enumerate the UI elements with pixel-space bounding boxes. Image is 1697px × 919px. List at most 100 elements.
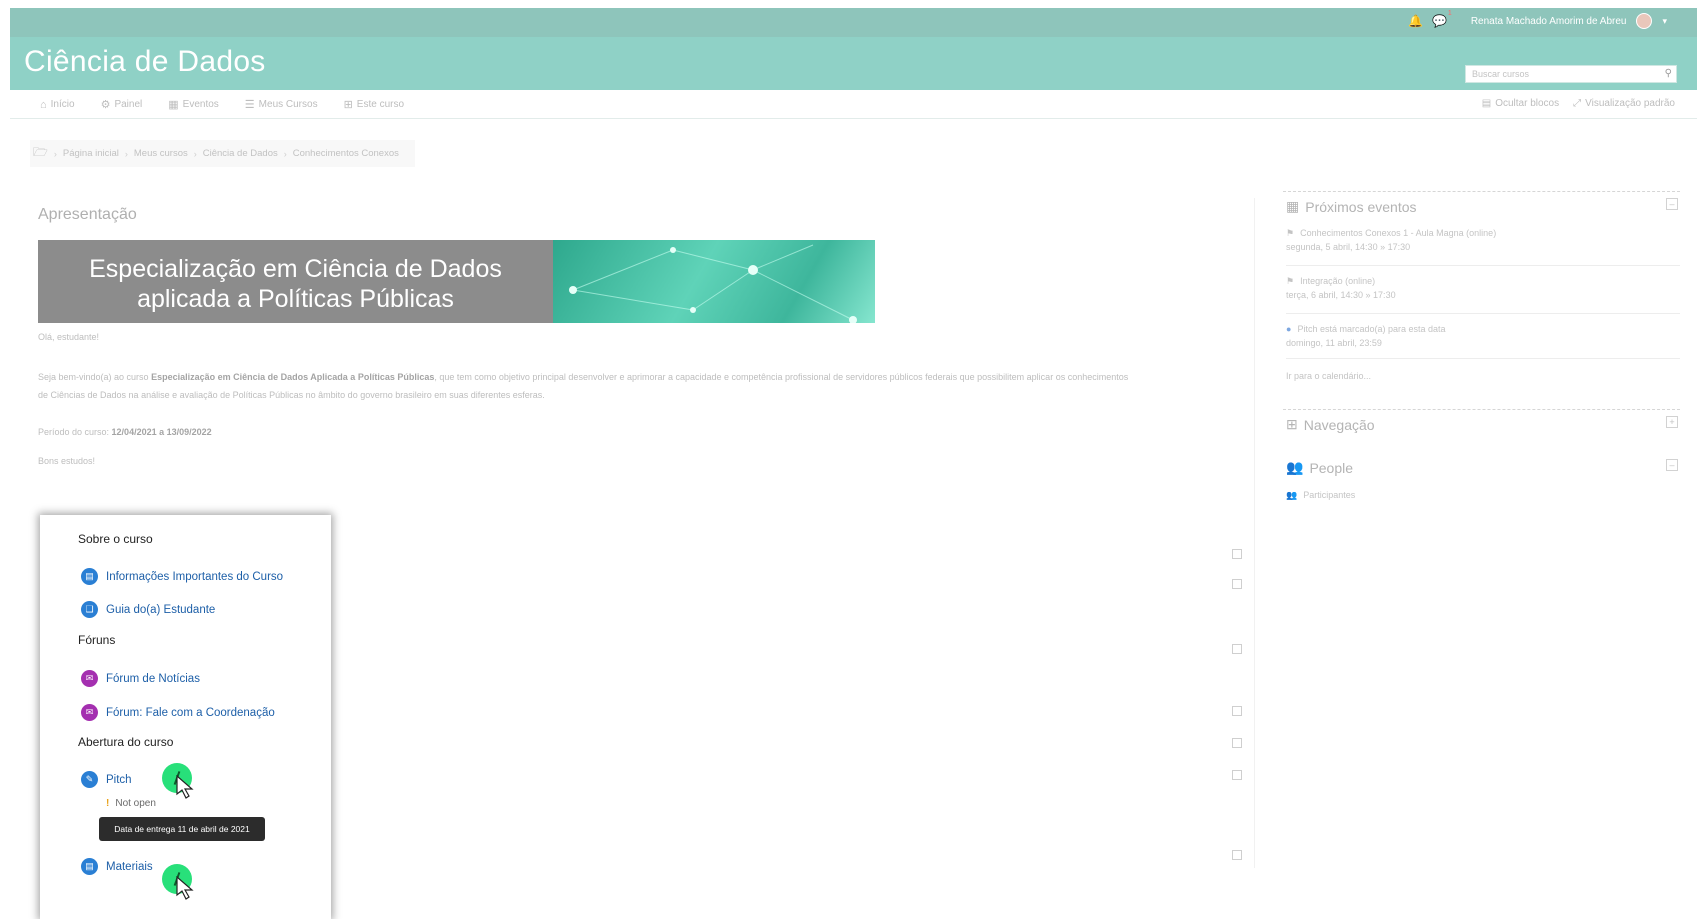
courses-icon: ☰ — [244, 99, 255, 111]
standard-view-button[interactable]: ⤢ Visualização padrão — [1573, 98, 1675, 109]
block-title: 👥 People — [1286, 459, 1354, 476]
forum-icon: ✉ — [81, 670, 98, 687]
home-icon: ⌂ — [40, 98, 47, 111]
nav-bar: ⌂ Início ⚙ Painel ▦ Eventos ☰ Meus Cursos ⊞ E… — [10, 90, 1697, 119]
course-period: Período do curso: 12/04/2021 a 13/09/202… — [38, 427, 212, 437]
calendar-icon: ▦ — [168, 99, 179, 111]
breadcrumb-my-courses[interactable]: Meus cursos — [134, 148, 188, 159]
search-icon[interactable]: ⚲ — [1665, 68, 1672, 79]
user-name[interactable]: Renata Machado Amorim de Abreu — [1471, 16, 1627, 27]
top-bar: 🔔 💬 1 Renata Machado Amorim de Abreu ▾ — [10, 8, 1697, 37]
page-icon: ▤ — [81, 568, 98, 585]
nav-item-events[interactable]: ▦ Eventos — [168, 98, 219, 111]
breadcrumb-home[interactable]: Página inicial — [63, 148, 119, 159]
activity-pitch[interactable]: ✎ Pitch — [81, 771, 132, 788]
divider — [1286, 265, 1680, 266]
section-title: Sobre o curso — [78, 532, 153, 546]
completion-checkbox[interactable] — [1232, 706, 1242, 716]
network-graphic — [569, 244, 857, 323]
completion-checkbox[interactable] — [1232, 850, 1242, 860]
page: 🔔 💬 1 Renata Machado Amorim de Abreu ▾ Ci… — [0, 0, 1697, 919]
block-title: ▦ Próximos eventos — [1286, 198, 1417, 215]
course-search-input[interactable]: Buscar cursos ⚲ — [1465, 65, 1677, 83]
divider — [1286, 358, 1680, 359]
calendar-icon: ▦ — [1286, 198, 1300, 214]
event-date: segunda, 5 abril, 14:30 » 17:30 — [1286, 242, 1411, 252]
bell-icon[interactable]: 🔔 — [1408, 14, 1423, 28]
click-marker-icon — [162, 864, 196, 904]
expand-icon: ⤢ — [1573, 98, 1582, 109]
blocks-icon: ▤ — [1481, 98, 1492, 109]
expand-toggle[interactable]: + — [1666, 416, 1678, 428]
banner-line-2: aplicada a Políticas Públicas — [137, 285, 454, 313]
completion-checkbox[interactable] — [1232, 770, 1242, 780]
calendar-link[interactable]: Ir para o calendário... — [1286, 369, 1371, 383]
click-marker-icon — [162, 763, 196, 803]
course-activities-card: Sobre o curso ▤ Informações Importantes d… — [40, 515, 331, 919]
folder-icon: 🗁 — [33, 145, 48, 159]
nav-item-my-courses[interactable]: ☰ Meus Cursos — [245, 98, 318, 111]
breadcrumb-separator: › — [53, 148, 57, 159]
site-title[interactable]: Ciência de Dados — [24, 45, 266, 79]
activity-student-guide[interactable]: ❑ Guia do(a) Estudante — [81, 601, 215, 618]
assignment-icon: ✎ — [81, 771, 98, 788]
hide-blocks-button[interactable]: ▤ Ocultar blocos — [1482, 98, 1559, 109]
activity-news-forum[interactable]: ✉ Fórum de Notícias — [81, 670, 200, 687]
network-image — [553, 240, 875, 323]
event-date: domingo, 11 abril, 23:59 — [1286, 338, 1382, 348]
breadcrumb-course[interactable]: Ciência de Dados — [203, 148, 278, 159]
banner-line-1: Especialização em Ciência de Dados — [89, 255, 502, 283]
activity-coordination-forum[interactable]: ✉ Fórum: Fale com a Coordenação — [81, 704, 275, 721]
people-block: 👥 People – 👥 Participantes — [1283, 453, 1680, 513]
intro-text: Seja bem-vindo(a) ao curso Especializaçã… — [38, 372, 1129, 400]
divider — [1286, 313, 1680, 314]
messages-badge: 1 — [1447, 10, 1452, 17]
nav-item-this-course[interactable]: ⊞ Este curso — [344, 98, 404, 111]
event-item[interactable]: ● Pitch está marcado(a) para esta data do… — [1286, 322, 1446, 350]
completion-checkbox[interactable] — [1232, 549, 1242, 559]
greeting-text: Olá, estudante! — [38, 332, 100, 342]
event-date: terça, 6 abril, 14:30 » 17:30 — [1286, 290, 1396, 300]
section-heading: Apresentação — [38, 206, 137, 223]
completion-checkbox[interactable] — [1232, 644, 1242, 654]
event-item[interactable]: ⚑ Integração (online) terça, 6 abril, 14:… — [1286, 274, 1396, 302]
completion-checkbox[interactable] — [1232, 738, 1242, 748]
upcoming-events-block: ▦ Próximos eventos – ⚑ Conhecimentos Conex… — [1283, 191, 1680, 406]
course-banner: Especialização em Ciência de Dados aplic… — [38, 240, 875, 323]
search-placeholder: Buscar cursos — [1472, 69, 1530, 79]
flag-icon: ⚑ — [1286, 228, 1295, 238]
banner-text: Especialização em Ciência de Dados aplic… — [38, 254, 553, 314]
forum-icon: ✉ — [81, 704, 98, 721]
nav-item-dashboard[interactable]: ⚙ Painel — [101, 98, 143, 111]
sitemap-icon: ⊞ — [1286, 416, 1298, 432]
dashboard-icon: ⚙ — [100, 99, 111, 111]
breadcrumb-separator: › — [124, 148, 128, 159]
breadcrumb-separator: › — [193, 148, 197, 159]
due-date-tooltip: Data de entrega 11 de abril de 2021 — [99, 817, 265, 841]
user-menu-area: 🔔 💬 1 Renata Machado Amorim de Abreu ▾ — [1408, 10, 1667, 29]
completion-checkbox[interactable] — [1232, 579, 1242, 589]
nav-item-home[interactable]: ⌂ Início — [40, 98, 75, 111]
availability-status: ! Not open — [106, 798, 156, 809]
breadcrumb-separator: › — [283, 148, 287, 159]
site-header: Ciência de Dados Buscar cursos ⚲ — [10, 37, 1697, 90]
book-icon: ❑ — [81, 601, 98, 618]
collapse-toggle[interactable]: – — [1666, 198, 1678, 210]
participants-link[interactable]: 👥 Participantes — [1286, 488, 1355, 502]
avatar[interactable] — [1636, 13, 1653, 29]
sidebar: ▦ Próximos eventos – ⚑ Conhecimentos Conex… — [1283, 191, 1680, 521]
event-item[interactable]: ⚑ Conhecimentos Conexos 1 - Aula Magna (o… — [1286, 226, 1496, 254]
breadcrumb: 🗁 › Página inicial › Meus cursos › Ciênc… — [30, 140, 415, 167]
activity-important-info[interactable]: ▤ Informações Importantes do Curso — [81, 568, 283, 585]
page-icon: ▤ — [81, 858, 98, 875]
collapse-toggle[interactable]: – — [1666, 459, 1678, 471]
messages-icon[interactable]: 💬 1 — [1432, 10, 1451, 28]
users-icon: 👥 — [1286, 459, 1304, 475]
section-title: Fóruns — [78, 633, 116, 647]
chevron-down-icon[interactable]: ▾ — [1662, 16, 1667, 27]
assignment-icon: ● — [1286, 324, 1292, 334]
sitemap-icon: ⊞ — [343, 99, 353, 111]
flag-icon: ⚑ — [1286, 276, 1295, 286]
breadcrumb-current[interactable]: Conhecimentos Conexos — [293, 148, 399, 159]
activity-materials[interactable]: ▤ Materiais — [81, 858, 153, 875]
